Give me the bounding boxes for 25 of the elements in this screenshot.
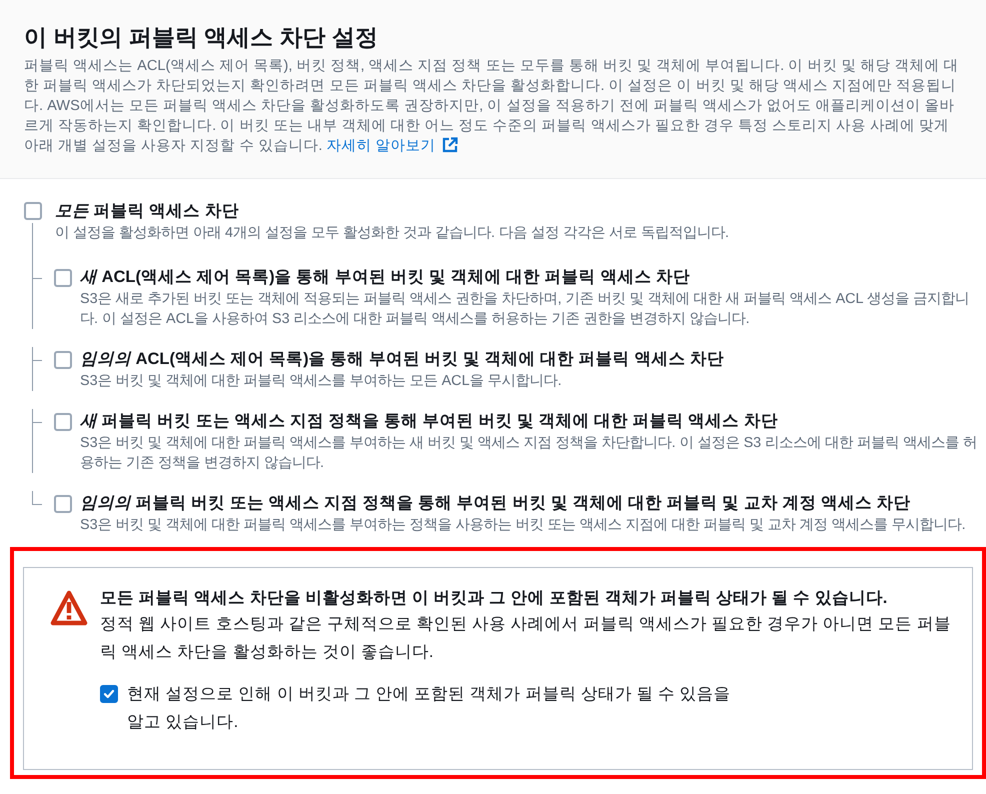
- option-label: 새 퍼블릭 버킷 또는 액세스 지점 정책을 통해 부여된 버킷 및 객체에 대한 퍼블릭 액세스 차단: [80, 411, 779, 432]
- warning-title: 모든 퍼블릭 액세스 차단을 비활성화하면 이 버킷과 그 안에 포함된 객체가 퍼블릭 상태가 될 수 있습니다.: [100, 588, 888, 609]
- checkbox[interactable]: [54, 269, 72, 287]
- option-label: 임의의 ACL(액세스 제어 목록)을 통해 부여된 버킷 및 객체에 대한 퍼블릭 액세스 차단: [80, 349, 724, 370]
- warning-message: 정적 웹 사이트 호스팅과 같은 구체적으로 확인된 사용 사례에서 퍼블릭 액세스가 필요한 경우가 아니면 모든 퍼블릭 액세스 차단을 활성화하는 것이 좋습니다.: [100, 614, 952, 663]
- checkbox[interactable]: [100, 685, 118, 703]
- checkbox[interactable]: [54, 351, 72, 369]
- checkbox[interactable]: [24, 202, 42, 220]
- option-description: S3은 새로 추가된 버킷 또는 객체에 적용되는 퍼블릭 액세스 권한을 차단하며, 기존 버킷 및 객체에 대한 새 퍼블릭 액세스 ACL 생성을 금지합니다. 이 설정은 ACL을 사용하여 S3 리소스에 대한 퍼블릭 액세스를 허용하는 기존 권한을 변경하지 않습니다.: [80, 290, 970, 329]
- section-description: 퍼블릭 액세스는 ACL(액세스 제어 목록), 버킷 정책, 액세스 지점 정책 또는 모두를 통해 버킷 및 객체에 부여됩니다. 이 버킷 및 해당 객체에 대한 퍼블릭 액세스가 차단되었는지 확인하려면 모든 퍼블릭 액세스 차단을 활성화합니다. 이 설정은 이 버킷 및 해당 액세스 지점에만 적용됩니다. AWS에서는 모든 퍼블릭 액세스 차단을 활성화하도록 권장하지만, 이 설정을 적용하기 전에 퍼블릭 액세스가 없어도 애플리케이션이 올바르게 작동하는지 확인합니다. 이 버킷 또는 내부 객체에 대한 어느 정도 수준의 퍼블릭 액세스가 필요한 경우 특정 스토리지 사용 사례에 맞게 아래 개별 설정을 사용자 지정할 수 있습니다. 자세히 알아보기: [24, 57, 960, 156]
- option-label: 임의의 퍼블릭 버킷 또는 액세스 지점 정책을 통해 부여된 버킷 및 객체에 대한 퍼블릭 및 교차 계정 액세스 차단: [80, 493, 912, 514]
- option-description: S3은 버킷 및 객체에 대한 퍼블릭 액세스를 부여하는 새 버킷 및 액세스 지점 정책을 차단합니다. 이 설정은 S3 리소스에 대한 퍼블릭 액세스를 허용하는 기존 정책을 변경하지 않습니다.: [80, 434, 978, 473]
- section-title: 이 버킷의 퍼블릭 액세스 차단 설정: [24, 23, 379, 52]
- option-label: 모든 퍼블릭 액세스 차단: [55, 201, 239, 222]
- checkbox[interactable]: [54, 413, 72, 431]
- learn-more-link[interactable]: 자세히 알아보기: [326, 138, 436, 154]
- checkbox[interactable]: [54, 495, 72, 513]
- option-description: S3은 버킷 및 객체에 대한 퍼블릭 액세스를 부여하는 모든 ACL을 무시합니다.: [80, 372, 563, 391]
- external-link-icon[interactable]: [442, 137, 458, 153]
- option-description: S3은 버킷 및 객체에 대한 퍼블릭 액세스를 부여하는 정책을 사용하는 버킷 또는 액세스 지점에 대한 퍼블릭 및 교차 계정 액세스를 무시합니다.: [80, 516, 966, 535]
- option-label: 새 ACL(액세스 제어 목록)을 통해 부여된 버킷 및 객체에 대한 퍼블릭 액세스 차단: [80, 267, 691, 288]
- check-icon: [103, 688, 115, 700]
- acknowledge-label: 현재 설정으로 인해 이 버킷과 그 안에 포함된 객체가 퍼블릭 상태가 될 수 있음을 알고 있습니다.: [127, 684, 732, 733]
- warning-icon: [50, 590, 88, 626]
- option-description: 이 설정을 활성화하면 아래 4개의 설정을 모두 활성화한 것과 같습니다. 다음 설정 각각은 서로 독립적입니다.: [55, 224, 729, 243]
